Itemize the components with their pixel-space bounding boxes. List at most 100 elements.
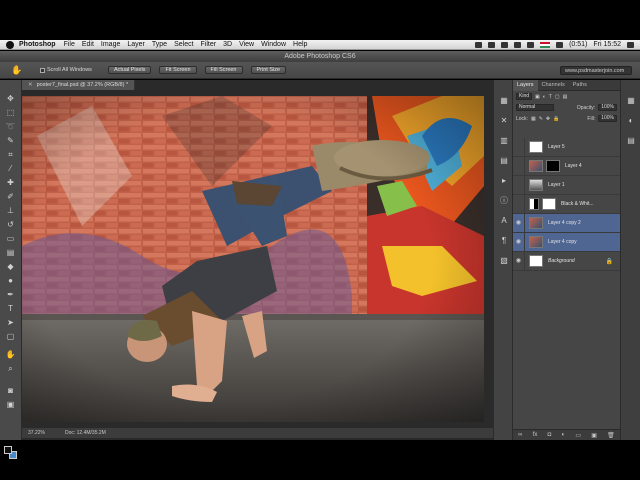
new-group-icon[interactable]: ▭ (575, 432, 581, 439)
history-brush-tool-icon[interactable]: ↺ (5, 220, 16, 230)
menu-select[interactable]: Select (174, 41, 193, 48)
layer-name[interactable]: Layer 4 (565, 163, 582, 169)
layer-row[interactable]: ◉ Background 🔒 (513, 251, 620, 271)
layer-row[interactable]: Black & Whit... (513, 194, 620, 214)
filter-smart-object-icon[interactable]: ▤ (563, 94, 568, 100)
new-layer-icon[interactable]: ▣ (591, 432, 597, 439)
search-icon[interactable] (627, 41, 634, 48)
bluetooth-icon[interactable] (501, 41, 509, 48)
menu-view[interactable]: View (239, 41, 254, 48)
menu-type[interactable]: Type (152, 41, 167, 48)
filter-type-icon[interactable]: T (549, 94, 552, 100)
menu-file[interactable]: File (64, 41, 75, 48)
fit-screen-button[interactable]: Fit Screen (159, 66, 197, 74)
brush-tool-icon[interactable]: ✐ (5, 192, 16, 202)
zoom-level[interactable]: 37.22% (28, 428, 45, 438)
shape-tool-icon[interactable]: ▢ (5, 332, 16, 342)
menu-window[interactable]: Window (261, 41, 286, 48)
move-tool-icon[interactable]: ✥ (5, 94, 16, 104)
scroll-all-windows-option[interactable]: Scroll All Windows (40, 67, 92, 73)
link-layers-icon[interactable]: ∞ (518, 432, 522, 438)
layer-name[interactable]: Layer 5 (548, 144, 565, 150)
hand-tool-icon[interactable]: ✋ (5, 350, 16, 360)
workspace-switcher[interactable]: www.psdmasterjoin.com (560, 66, 632, 75)
menu-edit[interactable]: Edit (82, 41, 94, 48)
filter-adjustment-icon[interactable]: ◐ (543, 94, 546, 100)
layer-name[interactable]: Layer 4 copy 2 (548, 220, 581, 226)
brush-panel-icon[interactable]: ▥ (499, 136, 509, 146)
clone-source-icon[interactable]: ▤ (499, 156, 509, 166)
lock-position-icon[interactable]: ✥ (546, 116, 550, 122)
filter-pixel-icon[interactable]: ▣ (535, 94, 540, 100)
lock-image-icon[interactable]: ✎ (539, 116, 543, 122)
info-panel-icon[interactable]: ⓘ (499, 196, 509, 206)
clock[interactable]: Fri 15:52 (593, 41, 621, 48)
eye-icon[interactable]: ◉ (513, 232, 525, 252)
image-canvas[interactable] (22, 96, 484, 422)
actual-pixels-button[interactable]: Actual Pixels (107, 66, 152, 74)
lasso-tool-icon[interactable]: ➰ (5, 122, 16, 132)
tab-channels[interactable]: Channels (538, 80, 569, 91)
character-panel-icon[interactable]: A (499, 216, 509, 226)
dropbox-icon[interactable] (488, 41, 496, 48)
layer-name[interactable]: Background (548, 258, 575, 264)
eye-icon[interactable]: ◉ (513, 251, 525, 271)
close-icon[interactable]: ✕ (28, 82, 33, 88)
blur-tool-icon[interactable]: ◆ (5, 262, 16, 272)
menu-image[interactable]: Image (101, 41, 120, 48)
menu-filter[interactable]: Filter (201, 41, 217, 48)
visibility-off-icon[interactable] (513, 156, 525, 176)
pen-tool-icon[interactable]: ✒ (5, 290, 16, 300)
blend-mode-select[interactable]: Normal (516, 104, 554, 111)
apple-icon[interactable] (6, 40, 14, 49)
delete-layer-icon[interactable]: 🗑 (607, 432, 615, 439)
tools-preset-icon[interactable]: ✕ (499, 116, 509, 126)
wifi-icon[interactable] (514, 41, 522, 48)
screen-mode-icon[interactable]: ▣ (5, 400, 16, 410)
swatches-panel-icon[interactable]: ◐ (626, 116, 636, 126)
battery-icon[interactable] (556, 41, 564, 48)
hand-tool-icon[interactable]: ✋ (10, 64, 24, 76)
menu-3d[interactable]: 3D (223, 41, 232, 48)
new-adjustment-icon[interactable]: ◐ (561, 432, 565, 438)
dodge-tool-icon[interactable]: ● (5, 276, 16, 286)
actions-panel-icon[interactable]: ▸ (499, 176, 509, 186)
layer-row[interactable]: Layer 1 (513, 175, 620, 195)
history-panel-icon[interactable]: ▦ (499, 96, 509, 106)
eyedropper-tool-icon[interactable]: ⁄ (5, 164, 16, 174)
kind-filter-select[interactable]: Kind (516, 93, 533, 100)
type-tool-icon[interactable]: T (5, 304, 16, 314)
fill-field[interactable]: 100% (598, 115, 617, 122)
document-tab[interactable]: ✕ poster7_final.psd @ 37.2% (RGB/8) * (22, 80, 136, 90)
document-size[interactable]: Doc: 12.4M/35.2M (65, 428, 106, 438)
gradient-tool-icon[interactable]: ▤ (5, 248, 16, 258)
layer-row[interactable]: Layer 5 (513, 137, 620, 157)
adobe-icon[interactable] (475, 41, 483, 48)
menu-help[interactable]: Help (293, 41, 307, 48)
layer-style-icon[interactable]: fx (533, 432, 538, 438)
marquee-tool-icon[interactable]: ⬚ (5, 108, 16, 118)
healing-brush-tool-icon[interactable]: ✚ (5, 178, 16, 188)
visibility-off-icon[interactable] (513, 137, 525, 157)
layer-name[interactable]: Layer 4 copy (548, 239, 577, 245)
eye-icon[interactable]: ◉ (513, 213, 525, 233)
fill-screen-button[interactable]: Fill Screen (204, 66, 243, 74)
tab-paths[interactable]: Paths (569, 80, 591, 91)
layer-name[interactable]: Black & Whit... (561, 201, 594, 207)
color-panel-icon[interactable]: ▦ (626, 96, 636, 106)
layer-row-selected[interactable]: ◉ Layer 4 copy (513, 232, 620, 252)
zoom-tool-icon[interactable]: ⌕ (5, 364, 16, 374)
lock-transparent-icon[interactable]: ▦ (531, 116, 536, 122)
menu-layer[interactable]: Layer (127, 41, 145, 48)
quick-select-tool-icon[interactable]: ✎ (5, 136, 16, 146)
add-mask-icon[interactable]: ◘ (548, 432, 552, 438)
crop-tool-icon[interactable]: ⌗ (5, 150, 16, 160)
print-size-button[interactable]: Print Size (250, 66, 287, 74)
quick-mask-icon[interactable]: ◙ (5, 386, 16, 396)
visibility-off-icon[interactable] (513, 175, 525, 195)
lock-all-icon[interactable]: 🔒 (553, 116, 559, 122)
properties-panel-icon[interactable]: ▧ (499, 256, 509, 266)
layer-row-selected[interactable]: ◉ Layer 4 copy 2 (513, 213, 620, 233)
clone-stamp-tool-icon[interactable]: ⊥ (5, 206, 16, 216)
tab-layers[interactable]: Layers (513, 79, 538, 91)
